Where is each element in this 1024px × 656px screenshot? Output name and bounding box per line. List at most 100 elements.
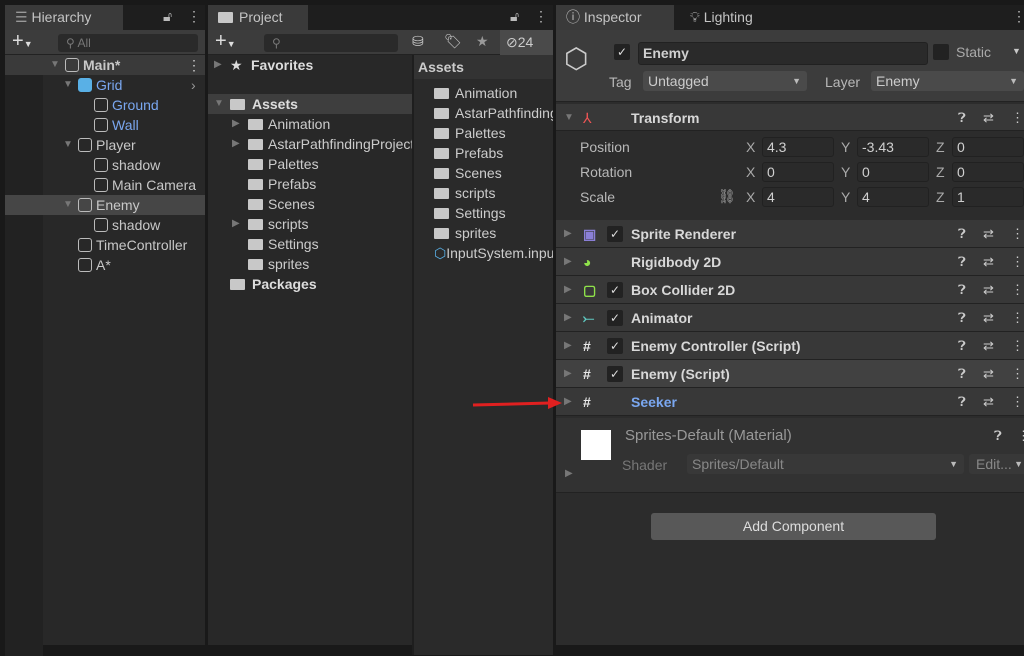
help-icon[interactable]: ❓︎ [994,428,1002,444]
hierarchy-item[interactable]: A* [5,255,205,275]
expand-arrow[interactable]: ▶ [214,55,222,75]
hidden-packages-toggle[interactable]: ⊘24 [500,30,553,55]
expand-arrow[interactable]: ▶ [232,214,240,234]
component-header[interactable]: ▶ # ✓ Enemy (Script) ❓︎ ⇄ ⋮ [556,360,1024,388]
favorites-item[interactable]: ▶ ★ Favorites [208,55,412,75]
expand-arrow[interactable]: ▶ [565,468,573,479]
preset-icon[interactable]: ⇄ [983,104,994,132]
expand-arrow[interactable]: ▶ [564,304,572,332]
add-component-button[interactable]: Add Component [651,513,936,540]
hierarchy-item[interactable]: Ground [5,95,205,115]
tab-lighting[interactable]: 💡︎ Lighting [680,5,780,30]
gameobject-cube-icon[interactable]: ⬡ [564,42,588,75]
help-icon[interactable]: ❓︎ [958,248,966,276]
asset-item[interactable]: ⬡InputSystem.inputsettings [434,243,553,263]
project-search-input[interactable]: ⚲ [264,34,398,52]
collapse-arrow[interactable]: ▼ [564,104,574,131]
project-folder[interactable]: Palettes [208,154,412,174]
active-checkbox[interactable]: ✓ [614,44,630,60]
asset-item[interactable]: Scenes [434,163,553,183]
expand-arrow[interactable]: ▶ [564,276,572,304]
preset-icon[interactable]: ⇄ [983,220,994,248]
expand-arrow[interactable]: ▼ [63,195,73,215]
expand-arrow[interactable]: ▶ [564,220,572,248]
expand-arrow[interactable]: ▶ [232,134,240,154]
enabled-checkbox[interactable]: ✓ [607,366,623,382]
chevron-right-icon[interactable]: › [191,75,196,95]
asset-item[interactable]: scripts [434,183,553,203]
help-icon[interactable]: ❓︎ [958,388,966,416]
enabled-checkbox[interactable]: ✓ [607,226,623,242]
hierarchy-item[interactable]: Wall [5,115,205,135]
help-icon[interactable]: ❓︎ [958,304,966,332]
static-dropdown-icon[interactable]: ▼ [1012,46,1021,56]
asset-item[interactable]: Prefabs [434,143,553,163]
more-menu-icon[interactable]: ⋮ [1012,8,1024,25]
more-menu-icon[interactable]: ⋮ [187,55,201,75]
more-menu-icon[interactable]: ⋮ [1017,428,1024,444]
expand-arrow[interactable]: ▼ [63,135,73,155]
tab-inspector[interactable]: ⓘ Inspector [556,5,674,30]
component-header[interactable]: ▶ # Seeker ❓︎ ⇄ ⋮ [556,388,1024,416]
filter-label-icon[interactable]: 🏷︎ [444,33,462,50]
asset-item[interactable]: AstarPathfindingProject [434,103,553,123]
tag-dropdown[interactable]: Untagged [643,71,807,91]
more-menu-icon[interactable]: ⋮ [1011,304,1024,332]
expand-arrow[interactable]: ▼ [63,75,73,95]
packages-folder[interactable]: Packages [208,274,412,294]
project-folder[interactable]: Settings [208,234,412,254]
asset-item[interactable]: Animation [434,83,553,103]
shader-dropdown[interactable]: Sprites/Default [687,454,964,474]
y-field[interactable]: 4 [857,187,929,207]
help-icon[interactable]: ❓︎ [958,332,966,360]
project-folder[interactable]: ▶ Animation [208,114,412,134]
enabled-checkbox[interactable]: ✓ [607,310,623,326]
add-button[interactable]: +▼ [12,30,33,53]
expand-arrow[interactable]: ▼ [214,94,224,114]
x-field[interactable]: 4 [762,187,834,207]
z-field[interactable]: 0 [952,137,1024,157]
hierarchy-item[interactable]: shadow [5,155,205,175]
component-header[interactable]: ▶ ▢ ✓ Box Collider 2D ❓︎ ⇄ ⋮ [556,276,1024,304]
enabled-checkbox[interactable]: ✓ [607,338,623,354]
project-folder[interactable]: sprites [208,254,412,274]
more-menu-icon[interactable]: ⋮ [1011,220,1024,248]
help-icon[interactable]: ❓︎ [958,104,966,132]
tab-project[interactable]: Project [208,5,308,30]
preset-icon[interactable]: ⇄ [983,248,994,276]
lock-icon[interactable]: 🔓︎ [510,8,519,25]
help-icon[interactable]: ❓︎ [958,360,966,388]
x-field[interactable]: 0 [762,162,834,182]
component-header[interactable]: ▶ ▣ ✓ Sprite Renderer ❓︎ ⇄ ⋮ [556,220,1024,248]
hierarchy-item[interactable]: Main Camera [5,175,205,195]
more-menu-icon[interactable]: ⋮ [534,8,548,25]
expand-arrow[interactable]: ▶ [232,114,240,134]
y-field[interactable]: -3.43 [857,137,929,157]
gameobject-name-input[interactable]: Enemy [638,42,928,65]
more-menu-icon[interactable]: ⋮ [1011,388,1024,416]
hierarchy-item[interactable]: shadow [5,215,205,235]
component-header[interactable]: ▶ ◕ Rigidbody 2D ❓︎ ⇄ ⋮ [556,248,1024,276]
static-checkbox[interactable] [933,44,949,60]
help-icon[interactable]: ❓︎ [958,220,966,248]
project-folder[interactable]: Scenes [208,194,412,214]
z-field[interactable]: 1 [952,187,1024,207]
expand-arrow[interactable]: ▶ [564,388,572,416]
enabled-checkbox[interactable]: ✓ [607,282,623,298]
component-header[interactable]: ▶ ⤚ ✓ Animator ❓︎ ⇄ ⋮ [556,304,1024,332]
z-field[interactable]: 0 [952,162,1024,182]
hierarchy-search-input[interactable]: ⚲ All [58,34,198,52]
hierarchy-item[interactable]: ▼ Main* ⋮ [5,55,205,75]
y-field[interactable]: 0 [857,162,929,182]
hierarchy-item[interactable]: ▼ Grid › [5,75,205,95]
expand-arrow[interactable]: ▶ [564,360,572,388]
preset-icon[interactable]: ⇄ [983,276,994,304]
preset-icon[interactable]: ⇄ [983,332,994,360]
edit-shader-button[interactable]: Edit... [969,454,1024,474]
filter-type-icon[interactable]: ⛁ [412,33,424,50]
project-folder[interactable]: Prefabs [208,174,412,194]
constrain-proportions-icon[interactable]: ⛓︎ [718,188,736,205]
more-menu-icon[interactable]: ⋮ [1011,332,1024,360]
asset-item[interactable]: Settings [434,203,553,223]
preset-icon[interactable]: ⇄ [983,304,994,332]
